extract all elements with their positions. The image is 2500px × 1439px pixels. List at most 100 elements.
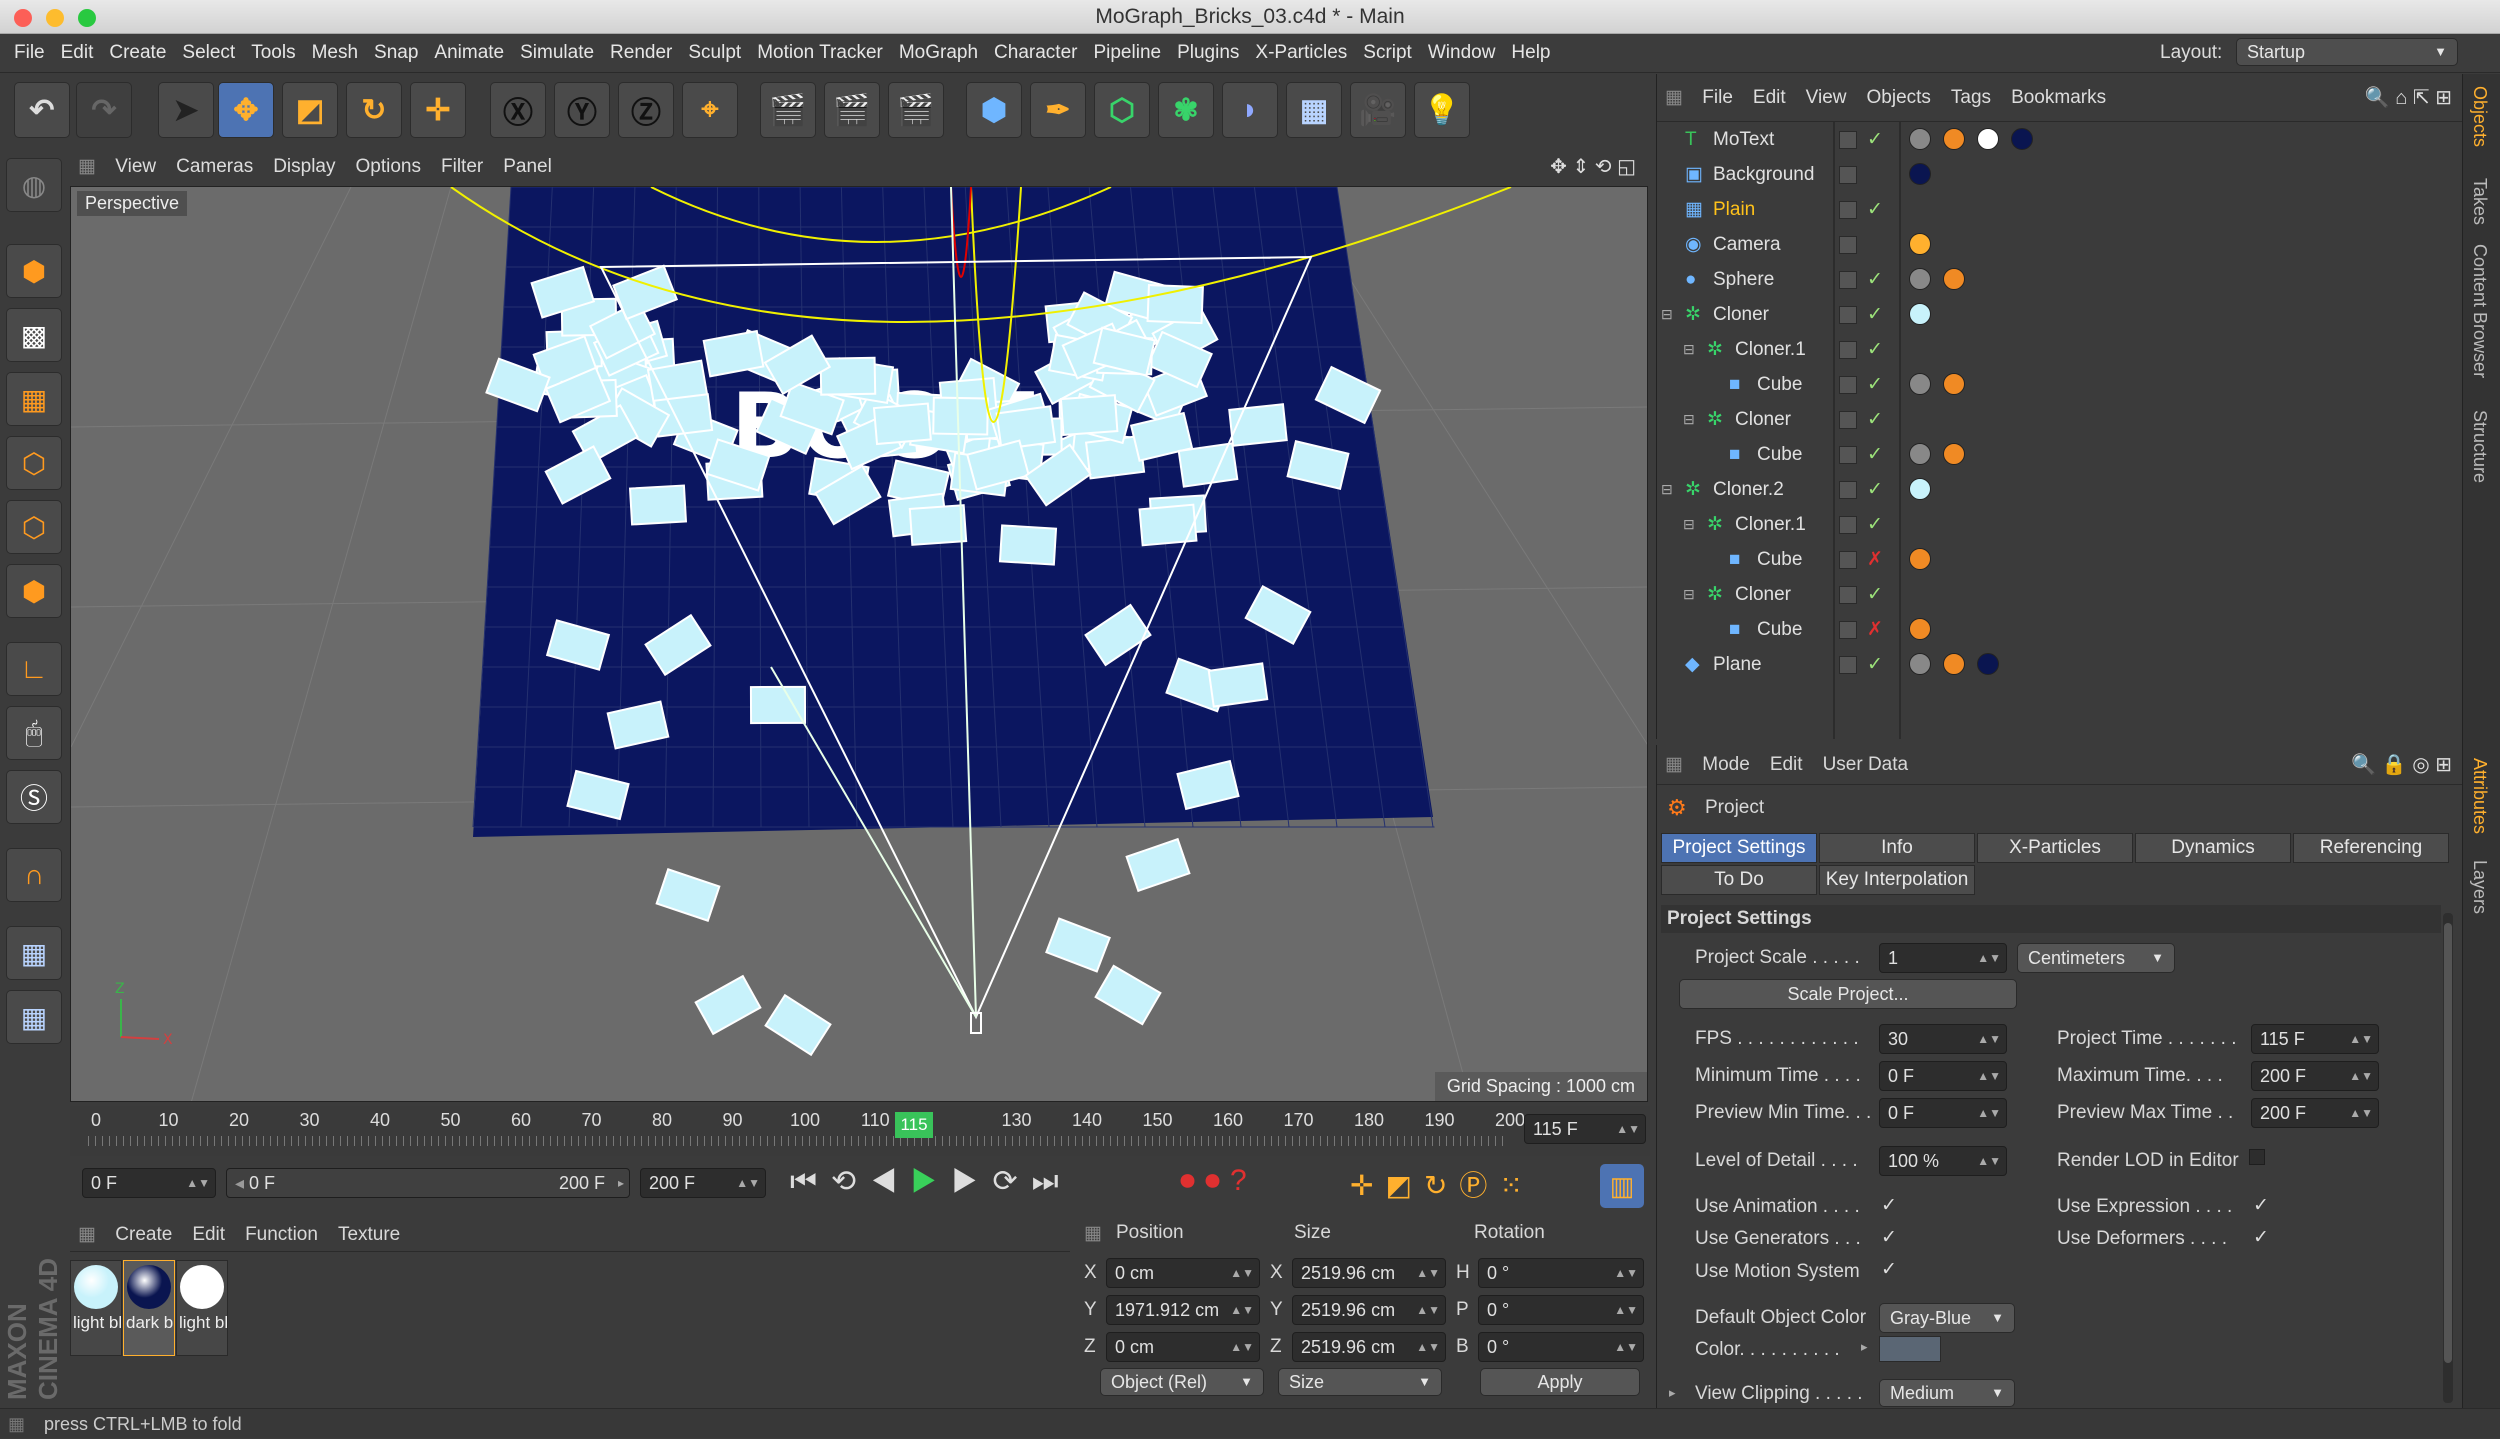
axis-mode-button[interactable]: ∟ (6, 642, 62, 696)
position-y-field[interactable]: 1971.912 cm ▲▼ (1106, 1295, 1260, 1325)
layer-checkbox[interactable] (1839, 586, 1857, 604)
subdivision-button[interactable]: ⬡ (1094, 82, 1150, 138)
objects-menu-tags[interactable]: Tags (1941, 74, 2001, 122)
viewport-menu-view[interactable]: View (105, 150, 166, 184)
position-key-icon[interactable]: ✛ (1350, 1170, 1385, 1201)
go-to-end-button[interactable]: ⏭ (1032, 1165, 1073, 1198)
tab-structure[interactable]: Structure (2469, 410, 2490, 483)
menu-select[interactable]: Select (174, 35, 243, 71)
object-row[interactable]: ⊟ ✲ Cloner ✓ (1657, 577, 2463, 612)
snap-button[interactable]: ∩ (6, 848, 62, 902)
rotate-tool-button[interactable]: ↻ (346, 82, 402, 138)
fold-toggle-icon[interactable]: ⊟ (1683, 577, 1695, 612)
object-row[interactable]: ⊟ ✲ Cloner ✓ (1657, 402, 2463, 437)
object-name[interactable]: Plane (1713, 647, 1762, 682)
fold-toggle-icon[interactable]: ⊟ (1683, 507, 1695, 542)
object-row[interactable]: ⊟ ✲ Cloner ✓ (1657, 297, 2463, 332)
enabled-toggle-icon[interactable]: ✓ (1867, 647, 1883, 682)
layer-checkbox[interactable] (1839, 551, 1857, 569)
project-scale-unit-dropdown[interactable]: Centimeters ▼ (2017, 943, 2175, 973)
menu-sculpt[interactable]: Sculpt (680, 35, 749, 71)
object-name[interactable]: Cloner.2 (1713, 472, 1784, 507)
object-tag-icon[interactable] (1909, 373, 1931, 395)
layer-checkbox[interactable] (1839, 306, 1857, 324)
material-item[interactable]: dark blue (123, 1260, 175, 1356)
object-row[interactable]: ⊟ ✲ Cloner.2 ✓ (1657, 472, 2463, 507)
level-of-detail-field[interactable]: 100 % ▲▼ (1879, 1146, 2007, 1176)
tweak-mode-button[interactable]: 🖱 (6, 706, 62, 760)
objects-menu-view[interactable]: View (1796, 74, 1857, 122)
object-row[interactable]: ◆ Plane ✓ (1657, 647, 2463, 682)
light-button[interactable]: 💡 (1414, 82, 1470, 138)
live-selection-button[interactable]: ✛ (410, 82, 466, 138)
workplane-button[interactable]: ▦ (6, 372, 62, 426)
menu-animate[interactable]: Animate (426, 35, 512, 71)
render-lod-checkbox[interactable] (2249, 1149, 2265, 1165)
position-x-field[interactable]: 0 cm ▲▼ (1106, 1258, 1260, 1288)
enabled-toggle-icon[interactable]: ✓ (1867, 122, 1883, 157)
rotation-key-icon[interactable]: ↻ (1424, 1170, 1459, 1201)
material-menu-edit[interactable]: Edit (182, 1218, 235, 1252)
model-mode-button[interactable]: ⬢ (6, 244, 62, 298)
object-row[interactable]: ▦ Plain ✓ (1657, 192, 2463, 227)
parameter-key-icon[interactable]: Ⓟ (1459, 1170, 1499, 1201)
menu-mograph[interactable]: MoGraph (891, 35, 986, 71)
object-name[interactable]: Cube (1757, 437, 1802, 472)
menu-render[interactable]: Render (602, 35, 680, 71)
pla-key-icon[interactable]: ⁙ (1499, 1170, 1534, 1201)
preview-range-slider[interactable]: ◂ 0 F 200 F ▸ (226, 1168, 630, 1198)
material-item[interactable]: light blue (70, 1260, 122, 1356)
preview-max-time-field[interactable]: 200 F ▲▼ (2251, 1098, 2379, 1128)
preview-min-time-field[interactable]: 0 F ▲▼ (1879, 1098, 2007, 1128)
color-swatch[interactable] (1879, 1336, 1941, 1362)
playhead-marker[interactable]: 115 (895, 1112, 933, 1138)
rotation-p-field[interactable]: 0 ° ▲▼ (1478, 1295, 1644, 1325)
layer-checkbox[interactable] (1839, 656, 1857, 674)
next-key-button[interactable]: ⟳ (992, 1165, 1031, 1198)
object-tag-icon[interactable] (1977, 653, 1999, 675)
enabled-toggle-icon[interactable]: ✓ (1867, 437, 1883, 472)
object-name[interactable]: MoText (1713, 122, 1774, 157)
object-name[interactable]: Camera (1713, 227, 1781, 262)
planar-workplane-button[interactable]: ▦ (6, 990, 62, 1044)
project-time-field[interactable]: 115 F ▲▼ (2251, 1024, 2379, 1054)
scale-key-icon[interactable]: ◩ (1385, 1170, 1423, 1201)
object-name[interactable]: Cube (1757, 542, 1802, 577)
deformer-button[interactable]: ◗ (1222, 82, 1278, 138)
enabled-toggle-icon[interactable]: ✓ (1867, 262, 1883, 297)
viewport-menu-cameras[interactable]: Cameras (166, 150, 263, 184)
use-motion-system-checkbox[interactable]: ✓ (1881, 1260, 1899, 1279)
viewport-nav-icons[interactable]: ✥ ⇕ ⟲ ◱ (1550, 150, 1636, 184)
object-row[interactable]: T MoText ✓ (1657, 122, 2463, 157)
next-frame-button[interactable]: ▶ (952, 1165, 993, 1198)
zoom-window-button[interactable] (78, 9, 96, 27)
menu-mesh[interactable]: Mesh (304, 35, 366, 71)
tab-x-particles[interactable]: X-Particles (1977, 833, 2133, 863)
menu-pipeline[interactable]: Pipeline (1085, 35, 1169, 71)
minimum-time-field[interactable]: 0 F ▲▼ (1879, 1061, 2007, 1091)
sculpt-mode-button[interactable]: ◍ (6, 158, 62, 212)
object-name[interactable]: Plain (1713, 192, 1755, 227)
menu-x-particles[interactable]: X-Particles (1247, 35, 1355, 71)
coordinate-system-button[interactable]: ⌖ (682, 82, 738, 138)
cloner-button[interactable]: ✾ (1158, 82, 1214, 138)
play-button[interactable]: ▶ (911, 1165, 952, 1198)
tab-project-settings[interactable]: Project Settings (1661, 833, 1817, 863)
object-row[interactable]: ■ Cube ✓ (1657, 367, 2463, 402)
timeline-ruler[interactable]: 0 10 20 30 40 50 60 70 80 90 100 110 130 140 150 160 170… (70, 1106, 1650, 1156)
render-view-button[interactable]: 🎬 (760, 82, 816, 138)
scale-project-button[interactable]: Scale Project... (1679, 979, 2017, 1009)
select-tool-button[interactable]: ➤ (158, 82, 214, 138)
object-name[interactable]: Cloner.1 (1735, 332, 1806, 367)
menu-script[interactable]: Script (1355, 35, 1420, 71)
material-menu-texture[interactable]: Texture (328, 1218, 410, 1252)
enabled-toggle-icon[interactable]: ✓ (1867, 402, 1883, 437)
object-tag-icon[interactable] (1909, 443, 1931, 465)
object-manager-tools[interactable]: 🔍 ⌂ ⇱ ⊞ (2365, 74, 2452, 122)
object-tag-icon[interactable] (1909, 303, 1931, 325)
menu-character[interactable]: Character (986, 35, 1085, 71)
object-tag-icon[interactable] (1909, 128, 1931, 150)
tab-info[interactable]: Info (1819, 833, 1975, 863)
object-tag-icon[interactable] (1909, 618, 1931, 640)
object-tag-icon[interactable] (1909, 233, 1931, 255)
